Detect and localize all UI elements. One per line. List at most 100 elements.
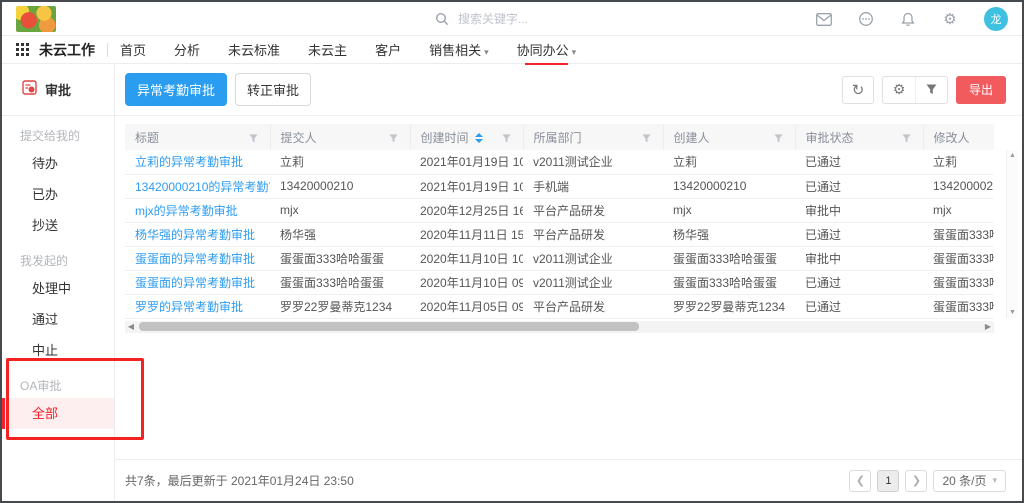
filter-funnel-icon[interactable] bbox=[642, 132, 651, 146]
gear-icon[interactable]: ⚙ bbox=[942, 11, 958, 27]
table-row[interactable]: 杨华强的异常考勤审批杨华强2020年11月11日 15:00平台产品研发杨华强已… bbox=[125, 222, 994, 246]
table-cell: 立莉 bbox=[270, 150, 410, 174]
scroll-down-icon[interactable]: ▼ bbox=[1009, 309, 1016, 316]
settings-filter-group: ⚙ bbox=[882, 76, 948, 104]
nav-item-customer[interactable]: 客户 bbox=[375, 35, 401, 64]
col-header-create-time[interactable]: 创建时间 bbox=[410, 124, 523, 150]
global-search bbox=[434, 2, 608, 36]
col-header-title[interactable]: 标题 bbox=[125, 124, 270, 150]
table-cell: 蛋蛋面333哈哈蛋蛋 bbox=[663, 270, 795, 294]
sidebar-item-passed[interactable]: 通过 bbox=[2, 304, 114, 335]
toolbar: ↻ ⚙ 导出 bbox=[842, 76, 1006, 104]
col-header-approval-status[interactable]: 审批状态 bbox=[795, 124, 923, 150]
table-cell: mjx bbox=[923, 198, 994, 222]
sidebar-group-oa-approval: OA审批 bbox=[2, 366, 114, 398]
filter-funnel-icon[interactable] bbox=[389, 132, 398, 146]
tab-regularization[interactable]: 转正审批 bbox=[235, 73, 311, 106]
pagination: ❮ 1 ❯ 20 条/页▾ bbox=[849, 470, 1006, 492]
row-title-link[interactable]: 蛋蛋面的异常考勤审批 bbox=[125, 270, 270, 294]
table-cell: 13420000210 bbox=[923, 174, 994, 198]
nav-item-collaboration[interactable]: 协同办公▾ bbox=[517, 35, 577, 64]
table-row[interactable]: mjx的异常考勤审批mjx2020年12月25日 16:04平台产品研发mjx审… bbox=[125, 198, 994, 222]
row-title-link[interactable]: 立莉的异常考勤审批 bbox=[125, 150, 270, 174]
sidebar-title: 审批 bbox=[45, 80, 71, 99]
sidebar-item-aborted[interactable]: 中止 bbox=[2, 335, 114, 366]
scroll-right-icon[interactable]: ▶ bbox=[982, 322, 994, 331]
sidebar-item-processing[interactable]: 处理中 bbox=[2, 273, 114, 304]
sidebar-item-todo[interactable]: 待办 bbox=[2, 148, 114, 179]
tab-abnormal-attendance[interactable]: 异常考勤审批 bbox=[125, 73, 227, 106]
table-row[interactable]: 立莉的异常考勤审批立莉2021年01月19日 10:22v2011测试企业立莉已… bbox=[125, 150, 994, 174]
table-row[interactable]: 蛋蛋面的异常考勤审批蛋蛋面333哈哈蛋蛋2020年11月10日 10:24v20… bbox=[125, 246, 994, 270]
table-cell: 已通过 bbox=[795, 150, 923, 174]
scroll-left-icon[interactable]: ◀ bbox=[125, 322, 137, 331]
nav-item-analysis[interactable]: 分析 bbox=[174, 35, 200, 64]
sidebar: 审批 提交给我的 待办 已办 抄送 我发起的 处理中 通过 中止 OA审批 全部 bbox=[2, 64, 115, 501]
chat-icon[interactable] bbox=[858, 11, 874, 27]
filter-button[interactable] bbox=[915, 77, 947, 103]
nav-item-standard[interactable]: 未云标准 bbox=[228, 35, 280, 64]
chevron-down-icon: ▾ bbox=[572, 47, 577, 57]
col-header-creator[interactable]: 创建人 bbox=[663, 124, 795, 150]
nav-item-main[interactable]: 未云主 bbox=[308, 35, 347, 64]
table-footer: 共7条，最后更新于 2021年01月24日 23:50 ❮ 1 ❯ 20 条/页… bbox=[115, 459, 1022, 501]
sidebar-header: 审批 bbox=[2, 64, 114, 116]
filter-funnel-icon[interactable] bbox=[774, 132, 783, 146]
avatar[interactable]: 龙 bbox=[984, 7, 1008, 31]
workspace-name[interactable]: 未云工作 bbox=[39, 40, 95, 60]
approval-table: 标题 提交人 创建时间 所属部门 创建人 审批状态 修改人 立莉的异常考勤审批立… bbox=[125, 124, 994, 319]
row-title-link[interactable]: mjx的异常考勤审批 bbox=[125, 198, 270, 222]
page-size-value: 20 条/页 bbox=[942, 472, 986, 489]
current-page[interactable]: 1 bbox=[877, 470, 899, 492]
filter-funnel-icon[interactable] bbox=[902, 132, 911, 146]
scroll-up-icon[interactable]: ▲ bbox=[1009, 152, 1016, 159]
table-cell: 已通过 bbox=[795, 270, 923, 294]
sidebar-item-cc[interactable]: 抄送 bbox=[2, 210, 114, 241]
company-logo[interactable] bbox=[16, 6, 56, 32]
nav-item-sales[interactable]: 销售相关▾ bbox=[429, 35, 489, 64]
nav-item-label: 协同办公 bbox=[517, 43, 569, 58]
sidebar-group-initiated-by-me: 我发起的 bbox=[2, 241, 114, 273]
search-input[interactable] bbox=[458, 12, 608, 26]
table-cell: mjx bbox=[663, 198, 795, 222]
nav-bar: 未云工作 首页 分析 未云标准 未云主 客户 销售相关▾ 协同办公▾ bbox=[2, 36, 1022, 64]
refresh-button[interactable]: ↻ bbox=[842, 76, 874, 104]
col-header-modifier[interactable]: 修改人 bbox=[923, 124, 994, 150]
table-zone: 标题 提交人 创建时间 所属部门 创建人 审批状态 修改人 立莉的异常考勤审批立… bbox=[115, 116, 1022, 333]
col-header-submitter[interactable]: 提交人 bbox=[270, 124, 410, 150]
table-row[interactable]: 蛋蛋面的异常考勤审批蛋蛋面333哈哈蛋蛋2020年11月10日 09:56v20… bbox=[125, 270, 994, 294]
col-label: 所属部门 bbox=[534, 131, 582, 145]
sidebar-item-all[interactable]: 全部 bbox=[2, 398, 114, 429]
table-cell: 2020年11月05日 09:57 bbox=[410, 294, 523, 318]
table-cell: v2011测试企业 bbox=[523, 246, 663, 270]
export-button[interactable]: 导出 bbox=[956, 76, 1006, 104]
filter-funnel-icon[interactable] bbox=[502, 132, 511, 146]
content-area: 审批 提交给我的 待办 已办 抄送 我发起的 处理中 通过 中止 OA审批 全部… bbox=[2, 64, 1022, 501]
column-settings-button[interactable]: ⚙ bbox=[883, 77, 915, 103]
vertical-scrollbar[interactable]: ▲ ▼ bbox=[1006, 150, 1018, 318]
horizontal-scrollbar-thumb[interactable] bbox=[139, 322, 639, 331]
table-cell: 2020年11月11日 15:00 bbox=[410, 222, 523, 246]
row-title-link[interactable]: 罗罗的异常考勤审批 bbox=[125, 294, 270, 318]
table-row[interactable]: 罗罗的异常考勤审批罗罗22罗曼蒂克12342020年11月05日 09:57平台… bbox=[125, 294, 994, 318]
mail-icon[interactable] bbox=[816, 11, 832, 27]
next-page-button[interactable]: ❯ bbox=[905, 470, 927, 492]
row-title-link[interactable]: 蛋蛋面的异常考勤审批 bbox=[125, 246, 270, 270]
sort-icon[interactable] bbox=[475, 133, 483, 143]
sidebar-item-done[interactable]: 已办 bbox=[2, 179, 114, 210]
prev-page-button[interactable]: ❮ bbox=[849, 470, 871, 492]
table-cell: 立莉 bbox=[923, 150, 994, 174]
table-cell: 已通过 bbox=[795, 294, 923, 318]
table-cell: 平台产品研发 bbox=[523, 294, 663, 318]
row-title-link[interactable]: 杨华强的异常考勤审批 bbox=[125, 222, 270, 246]
app-launcher-icon[interactable] bbox=[16, 43, 29, 56]
col-header-department[interactable]: 所属部门 bbox=[523, 124, 663, 150]
table-row[interactable]: 13420000210的异常考勤审批134200002102021年01月19日… bbox=[125, 174, 994, 198]
bell-icon[interactable] bbox=[900, 11, 916, 27]
page-size-select[interactable]: 20 条/页▾ bbox=[933, 470, 1006, 492]
filter-funnel-icon[interactable] bbox=[249, 132, 258, 146]
nav-item-home[interactable]: 首页 bbox=[120, 35, 146, 64]
table-cell: v2011测试企业 bbox=[523, 270, 663, 294]
row-title-link[interactable]: 13420000210的异常考勤审批 bbox=[125, 174, 270, 198]
horizontal-scrollbar[interactable]: ◀ ▶ bbox=[125, 321, 994, 333]
